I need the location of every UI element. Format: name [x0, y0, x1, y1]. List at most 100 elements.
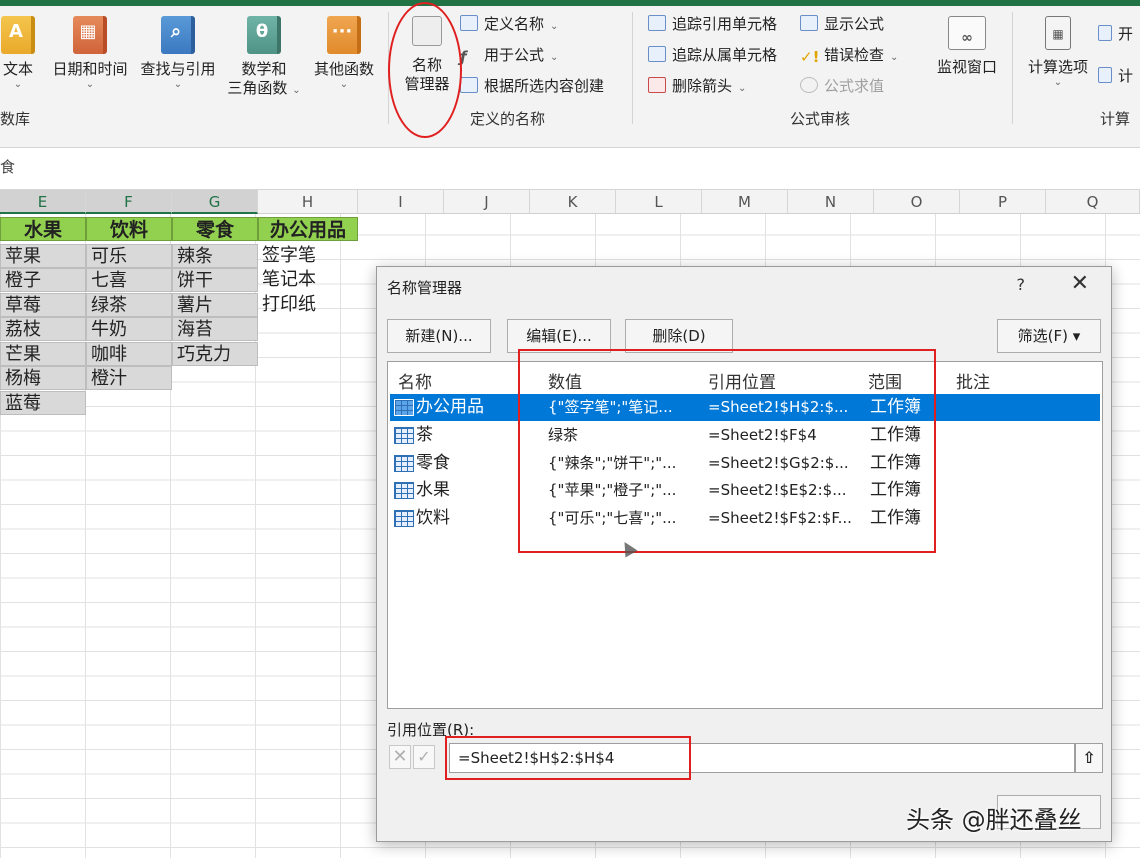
- remove-arrows-button[interactable]: 删除箭头 ⌄: [648, 76, 746, 99]
- math-label-line2: 三角函数: [227, 79, 288, 97]
- text-functions-label: 文本: [2, 60, 33, 78]
- table-cell[interactable]: 苹果: [0, 244, 86, 268]
- datetime-label: 日期和时间: [52, 60, 128, 78]
- table-cell[interactable]: 绿茶: [86, 293, 172, 317]
- trace-dependents-icon: [648, 46, 666, 62]
- calc-options-label: 计算选项: [1027, 58, 1088, 76]
- column-header-f[interactable]: F: [86, 190, 172, 214]
- show-formulas-button[interactable]: 显示公式: [800, 14, 884, 34]
- datetime-functions-button[interactable]: ▦ 日期和时间 ⌄: [48, 16, 132, 91]
- glasses-window-icon: ∞: [948, 16, 986, 50]
- math-label-line1: 数学和: [241, 60, 287, 78]
- help-icon[interactable]: ?: [1017, 275, 1026, 294]
- title-bar-strip: [0, 0, 1140, 6]
- chevron-down-icon: ⌄: [890, 52, 899, 63]
- table-cell[interactable]: 笔记本: [258, 268, 358, 292]
- column-header-m[interactable]: M: [702, 190, 788, 214]
- name-box-fragment: 食: [0, 158, 16, 176]
- annotation-oval: [388, 2, 462, 138]
- text-functions-button[interactable]: A 文本 ⌄: [0, 16, 38, 91]
- filter-button[interactable]: 筛选(F) ▾: [997, 319, 1101, 353]
- formula-bar[interactable]: 食: [0, 148, 1140, 190]
- table-cell[interactable]: 签字笔: [258, 244, 358, 268]
- group-separator: [1012, 12, 1013, 124]
- column-header-o[interactable]: O: [874, 190, 960, 214]
- new-name-button[interactable]: 新建(N)...: [387, 319, 491, 353]
- error-checking-button[interactable]: ✓! 错误检查 ⌄: [800, 45, 898, 68]
- create-from-selection-button[interactable]: 根据所选内容创建: [460, 76, 604, 96]
- header-cell-office[interactable]: 办公用品: [258, 217, 358, 241]
- column-header-k[interactable]: K: [530, 190, 616, 214]
- table-cell[interactable]: 蓝莓: [0, 391, 86, 415]
- table-cell[interactable]: 咖啡: [86, 342, 172, 366]
- define-name-button[interactable]: 定义名称 ⌄: [460, 14, 558, 37]
- table-cell[interactable]: 橙子: [0, 268, 86, 292]
- trace-dependents-button[interactable]: 追踪从属单元格: [648, 45, 777, 65]
- evaluate-formula-button[interactable]: 公式求值: [800, 76, 884, 96]
- named-range-icon: [394, 510, 414, 527]
- named-range-icon: [394, 399, 414, 416]
- edit-name-button[interactable]: 编辑(E)...: [507, 319, 611, 353]
- fx-icon: ƒ: [460, 48, 467, 66]
- chevron-down-icon: ⌄: [738, 83, 747, 94]
- table-cell[interactable]: 打印纸: [258, 293, 358, 317]
- chevron-down-icon: ⌄: [292, 85, 301, 96]
- more-functions-button[interactable]: ··· 其他函数 ⌄: [308, 16, 380, 91]
- delete-name-button[interactable]: 删除(D): [625, 319, 733, 353]
- calendar-book-icon: ▦: [73, 16, 107, 54]
- column-header-p[interactable]: P: [960, 190, 1046, 214]
- close-icon[interactable]: ✕: [1071, 273, 1089, 295]
- math-functions-button[interactable]: θ 数学和 三角函数 ⌄: [222, 16, 306, 98]
- cancel-edit-icon[interactable]: ✕: [389, 745, 411, 769]
- column-header-h[interactable]: H: [258, 190, 358, 214]
- header-cell-drinks[interactable]: 饮料: [86, 217, 172, 241]
- table-cell[interactable]: 可乐: [86, 244, 172, 268]
- calculator-icon: ▦: [1045, 16, 1071, 50]
- chevron-down-icon: ⌄: [339, 79, 349, 90]
- confirm-edit-icon[interactable]: ✓: [413, 745, 435, 769]
- column-header-g[interactable]: G: [172, 190, 258, 214]
- collapse-dialog-icon[interactable]: ⇧: [1075, 743, 1103, 773]
- column-header-q[interactable]: Q: [1046, 190, 1140, 214]
- table-cell[interactable]: 辣条: [172, 244, 258, 268]
- dialog-title: 名称管理器: [387, 279, 463, 297]
- table-cell[interactable]: 七喜: [86, 268, 172, 292]
- sheet-calc-icon: [1098, 67, 1112, 83]
- calculation-group-label: 计算: [1100, 110, 1131, 128]
- evaluate-formula-icon: [800, 77, 818, 93]
- chevron-down-icon: ⌄: [550, 52, 559, 63]
- trace-precedents-button[interactable]: 追踪引用单元格: [648, 14, 777, 34]
- calculate-sheet-button[interactable]: 计: [1098, 66, 1133, 86]
- column-header-i[interactable]: I: [358, 190, 444, 214]
- column-header-name[interactable]: 名称: [398, 368, 432, 393]
- remove-arrows-icon: [648, 77, 666, 93]
- column-header-n[interactable]: N: [788, 190, 874, 214]
- table-cell[interactable]: 饼干: [172, 268, 258, 292]
- table-cell[interactable]: 芒果: [0, 342, 86, 366]
- table-cell[interactable]: 薯片: [172, 293, 258, 317]
- column-header-l[interactable]: L: [616, 190, 702, 214]
- table-cell[interactable]: 草莓: [0, 293, 86, 317]
- tag-icon: [460, 15, 478, 31]
- annotation-box: [445, 736, 691, 780]
- header-cell-snacks[interactable]: 零食: [172, 217, 258, 241]
- calc-options-button[interactable]: ▦ 计算选项 ⌄: [1022, 16, 1094, 89]
- header-cell-fruit[interactable]: 水果: [0, 217, 86, 241]
- chevron-down-icon: ⌄: [550, 21, 559, 32]
- remove-arrows-label: 删除箭头: [672, 77, 733, 95]
- column-header-j[interactable]: J: [444, 190, 530, 214]
- warning-icon: ✓!: [800, 48, 820, 66]
- table-cell[interactable]: 杨梅: [0, 366, 86, 390]
- column-header-comment[interactable]: 批注: [956, 368, 990, 393]
- table-cell[interactable]: 橙汁: [86, 366, 172, 390]
- column-header-e[interactable]: E: [0, 190, 86, 214]
- table-cell[interactable]: 巧克力: [172, 342, 258, 366]
- trace-dependents-label: 追踪从属单元格: [672, 46, 778, 64]
- calculate-now-button[interactable]: 开: [1098, 24, 1133, 44]
- table-cell[interactable]: 荔枝: [0, 317, 86, 341]
- watch-window-button[interactable]: ∞ 监视窗口: [930, 16, 1004, 77]
- table-cell[interactable]: 牛奶: [86, 317, 172, 341]
- table-cell[interactable]: 海苔: [172, 317, 258, 341]
- use-in-formula-button[interactable]: ƒ 用于公式 ⌄: [460, 45, 558, 68]
- lookup-functions-button[interactable]: ⌕ 查找与引用 ⌄: [136, 16, 220, 91]
